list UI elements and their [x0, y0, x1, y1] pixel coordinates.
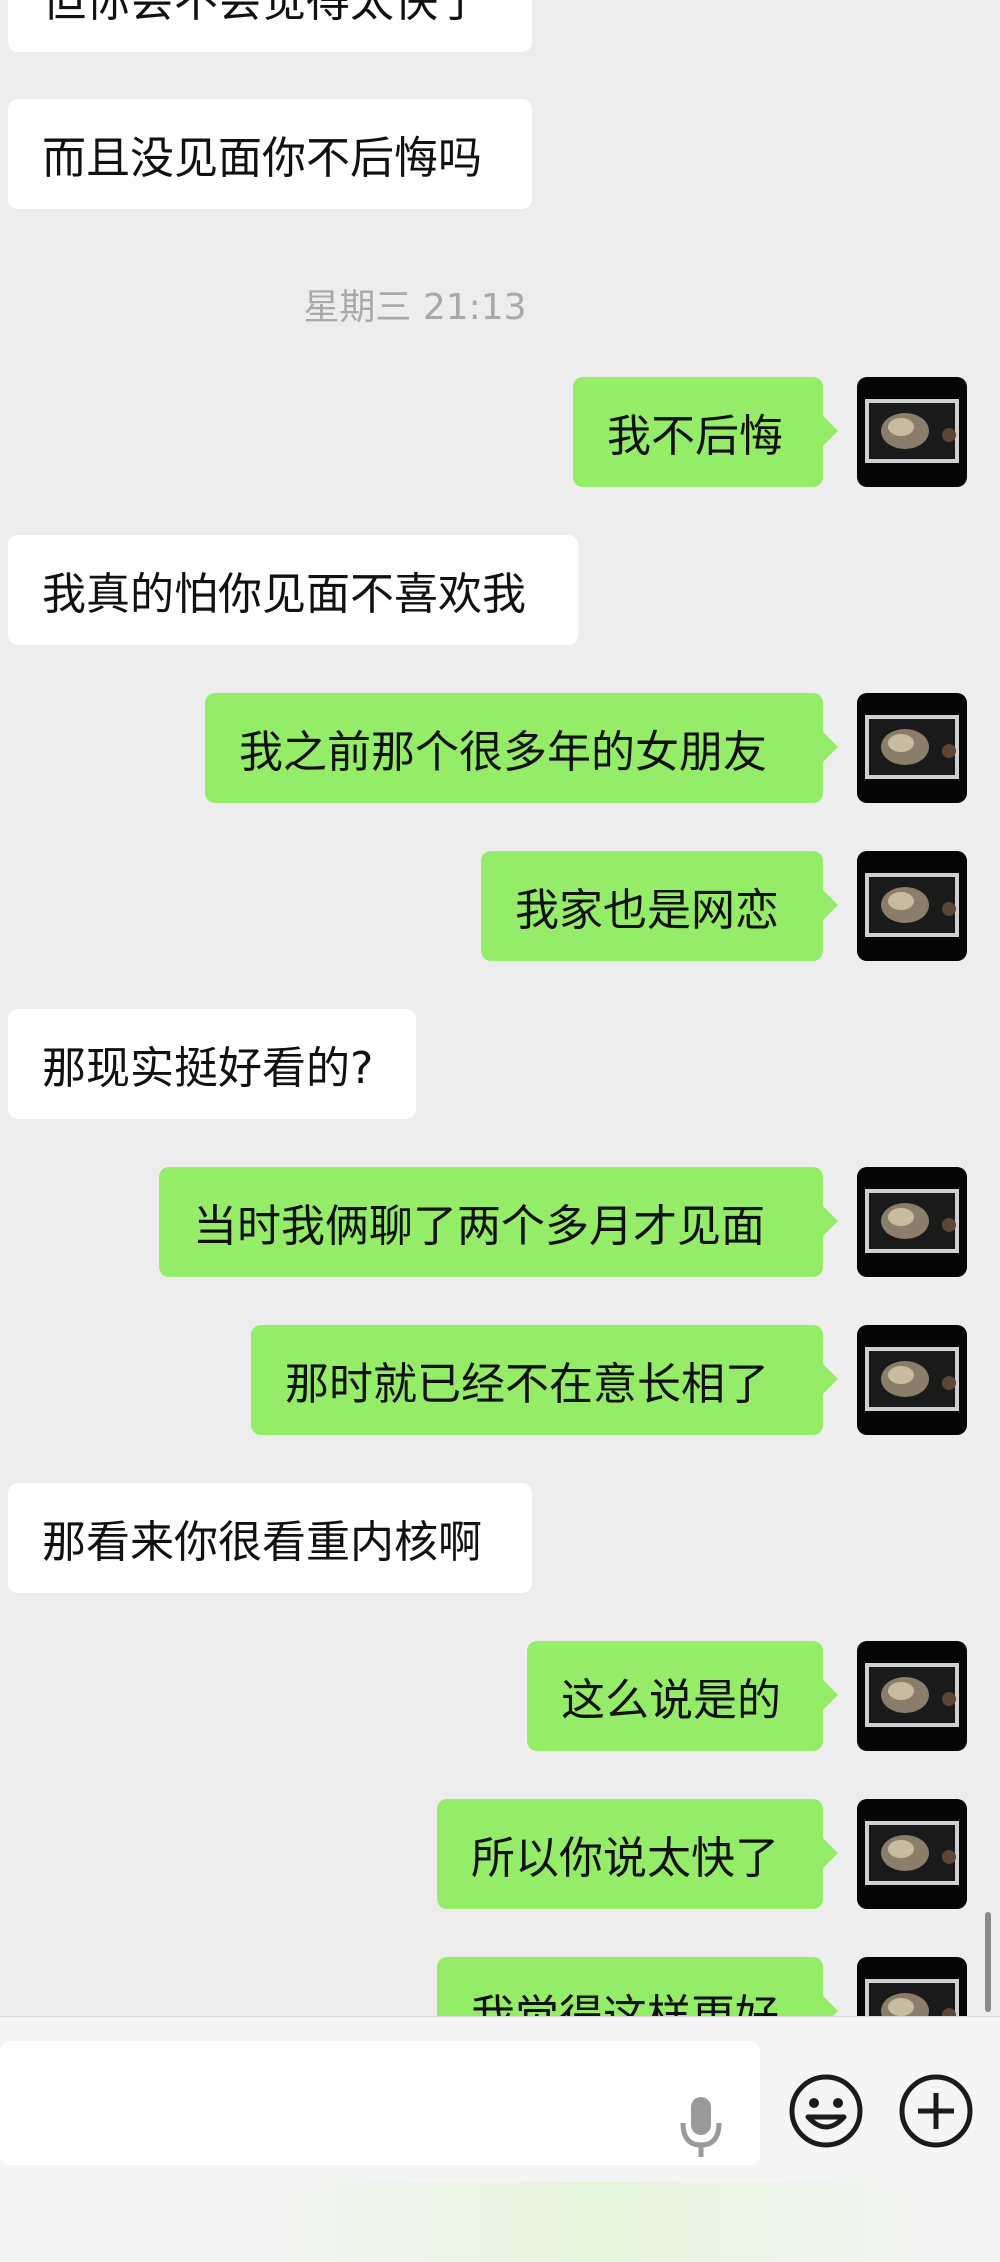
user-avatar[interactable]: [857, 1641, 967, 1751]
input-bar: [0, 2016, 1000, 2262]
avatar-image-icon: [865, 1347, 959, 1411]
outgoing-message[interactable]: 那时就已经不在意长相了: [251, 1325, 838, 1435]
avatar-image-icon: [865, 1979, 959, 2016]
plus-icon[interactable]: [896, 2071, 976, 2151]
emoji-icon[interactable]: [786, 2071, 866, 2151]
avatar-image-icon: [865, 1189, 959, 1253]
voice-icon[interactable]: [676, 2093, 726, 2163]
outgoing-message[interactable]: 我之前那个很多年的女朋友: [205, 693, 838, 803]
message-text: 而且没见面你不后悔吗: [42, 133, 482, 184]
incoming-message[interactable]: 但你会不会觉得太快了: [8, 0, 532, 52]
incoming-message[interactable]: 我真的怕你见面不喜欢我: [8, 535, 578, 645]
message-text: 我不后悔: [607, 411, 783, 462]
user-avatar[interactable]: [857, 1167, 967, 1277]
outgoing-message[interactable]: 所以你说太快了: [437, 1799, 838, 1909]
message-text: 我真的怕你见面不喜欢我: [42, 569, 526, 620]
user-avatar[interactable]: [857, 851, 967, 961]
avatar-image-icon: [865, 1663, 959, 1727]
bottom-gradient: [260, 2182, 940, 2262]
user-avatar[interactable]: [857, 1799, 967, 1909]
message-text: 我之前那个很多年的女朋友: [239, 727, 767, 778]
message-text: 我家也是网恋: [515, 885, 779, 936]
outgoing-message[interactable]: 我觉得这样更好: [437, 1957, 838, 2016]
user-avatar[interactable]: [857, 1957, 967, 2016]
message-text: 那时就已经不在意长相了: [285, 1359, 769, 1410]
avatar-image-icon: [865, 715, 959, 779]
message-text: 但你会不会觉得太快了: [42, 0, 482, 27]
avatar-image-icon: [865, 1821, 959, 1885]
chat-message-list[interactable]: 但你会不会觉得太快了 而且没见面你不后悔吗 星期三 21:13 我不后悔 我真的…: [0, 0, 1000, 2016]
message-text: 当时我俩聊了两个多月才见面: [193, 1201, 765, 1252]
avatar-image-icon: [865, 399, 959, 463]
message-text: 我觉得这样更好: [471, 1980, 779, 2016]
outgoing-message[interactable]: 这么说是的: [527, 1641, 838, 1751]
outgoing-message[interactable]: 我不后悔: [573, 377, 838, 487]
message-text: 这么说是的: [561, 1675, 781, 1726]
message-timestamp: 星期三 21:13: [303, 287, 527, 328]
user-avatar[interactable]: [857, 377, 967, 487]
message-text: 所以你说太快了: [471, 1833, 779, 1884]
message-text: 那现实挺好看的?: [42, 1043, 374, 1094]
message-text: 那看来你很看重内核啊: [42, 1517, 482, 1568]
incoming-message[interactable]: 那看来你很看重内核啊: [8, 1483, 532, 1593]
incoming-message[interactable]: 那现实挺好看的?: [8, 1009, 416, 1119]
outgoing-message[interactable]: 当时我俩聊了两个多月才见面: [159, 1167, 838, 1277]
user-avatar[interactable]: [857, 693, 967, 803]
outgoing-message[interactable]: 我家也是网恋: [481, 851, 838, 961]
avatar-image-icon: [865, 873, 959, 937]
user-avatar[interactable]: [857, 1325, 967, 1435]
incoming-message[interactable]: 而且没见面你不后悔吗: [8, 99, 532, 209]
message-input[interactable]: [0, 2041, 760, 2165]
scrollbar[interactable]: [985, 1912, 991, 2012]
